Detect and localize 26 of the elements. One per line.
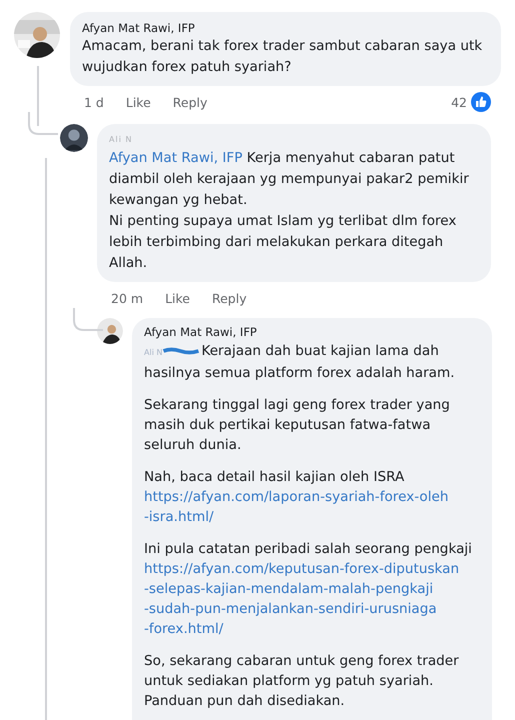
mention-link[interactable]: Afyan Mat Rawi, IFP: [109, 150, 242, 166]
reaction-count[interactable]: 42: [451, 94, 467, 110]
author-name[interactable]: Afyan Mat Rawi, IFP: [82, 20, 195, 36]
thumbs-up-icon[interactable]: [471, 92, 491, 112]
comment-action[interactable]: Like: [126, 94, 151, 110]
avatar[interactable]: [97, 318, 123, 344]
comment-text: Sekarang tinggal lagi geng forex trader yang masih duk pertikai keputusan fatwa-fatwa seluruh dunia.: [144, 396, 451, 455]
author-name[interactable]: Afyan Mat Rawi, IFP: [144, 324, 257, 340]
avatar[interactable]: [60, 124, 88, 152]
avatar[interactable]: [14, 12, 60, 58]
comment-text: Ali N Kerajaan dah buat kajian lama dah hasilnya semua platform forex adalah haram.: [144, 342, 456, 383]
comment-time[interactable]: 1 d: [84, 94, 104, 110]
comment-action[interactable]: Reply: [172, 94, 208, 110]
comment-text: Nah, baca detail hasil kajian oleh ISRA: [144, 468, 406, 487]
comment-text: Ni penting supaya umat Islam yg terlibat dlm forex lebih terbimbing dari melakukan perkara ditegah Allah.: [109, 212, 458, 273]
comment-action[interactable]: Like: [165, 290, 190, 306]
comment-time[interactable]: 20 m: [111, 290, 144, 306]
comment-text: Ini pula catatan peribadi salah seorang pengkaji: [144, 540, 473, 559]
redaction-scribble: [162, 346, 200, 356]
comment-text: Amacam, berani tak forex trader sambut cabaran saya utk wujudkan forex patuh syariah?: [82, 37, 484, 77]
comment-action[interactable]: Reply: [212, 290, 247, 306]
comment-text: So, sekarang cabaran untuk geng forex trader untuk sediakan platform yg patuh syariah. Panduan pun dah disediakan.: [144, 652, 460, 711]
url-link[interactable]: https://afyan.com/keputusan-forex-diputuskan -selepas-kajian-mendalam-malah-pengkaji -sudah-pun-menjalankan-sendiri-urusniaga -forex.html/: [144, 559, 480, 639]
url-link[interactable]: https://afyan.com/laporan-syariah-forex-oleh -isra.html/: [144, 487, 480, 527]
thread-line: [37, 66, 39, 126]
comment-text: Afyan Mat Rawi, IFP Kerja menyahut cabaran patut diambil oleh kerajaan yg mempunyai pakar2 pemikir kewangan yg hebat.: [109, 149, 470, 210]
